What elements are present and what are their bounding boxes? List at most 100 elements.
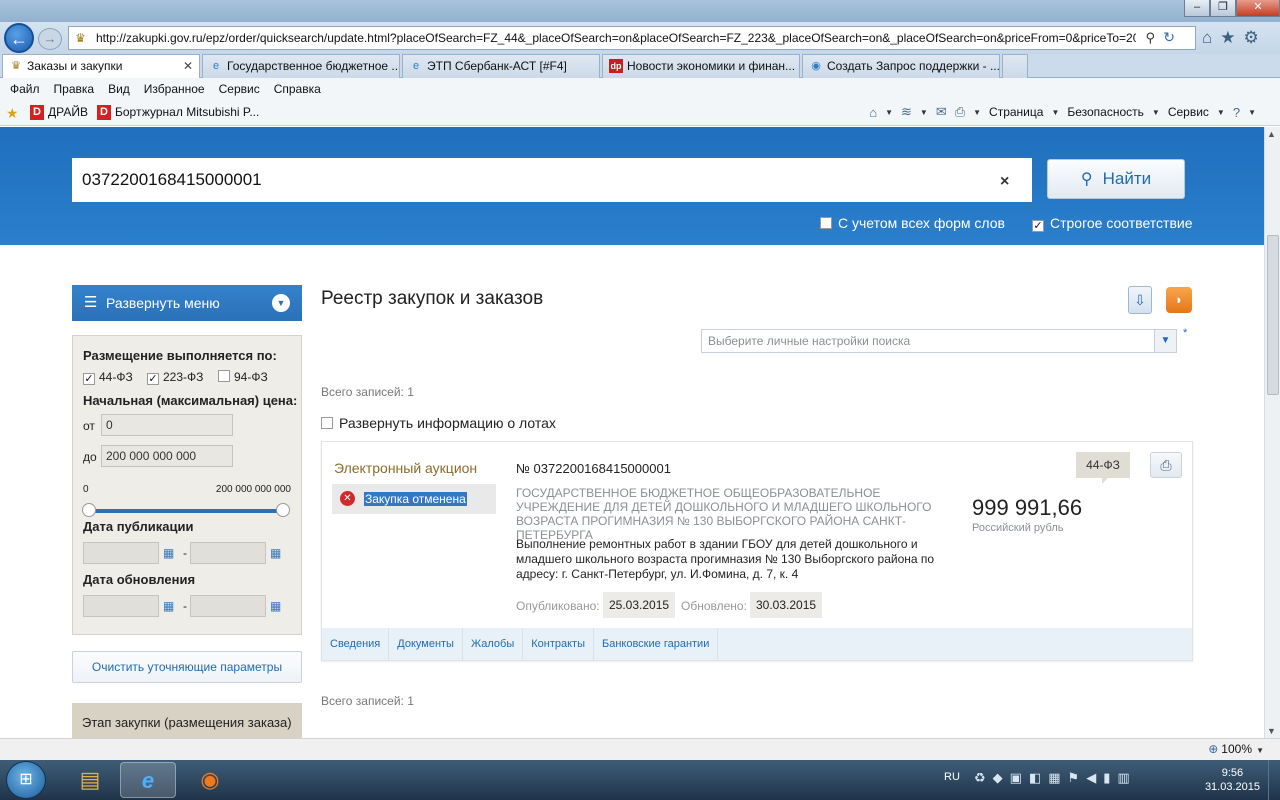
clear-search-icon[interactable]: × <box>1000 173 1009 191</box>
scroll-up-icon[interactable]: ▲ <box>1267 129 1276 139</box>
help-icon[interactable]: ? <box>1233 105 1240 120</box>
procurement-stage-header[interactable]: Этап закупки (размещения заказа) <box>72 703 302 738</box>
menu-help[interactable]: Справка <box>274 78 321 100</box>
search-input[interactable]: 0372200168415000001 <box>72 158 1032 202</box>
law-94-option[interactable]: 94-ФЗ <box>218 370 268 384</box>
tab-sberbank-ast[interactable]: e ЭТП Сбербанк-АСТ [#F4] <box>402 54 600 78</box>
gear-icon[interactable]: ⚙ <box>1244 28 1259 48</box>
maximize-button[interactable]: ❐ <box>1210 0 1236 17</box>
chevron-down-icon[interactable]: ▼ <box>1051 108 1059 117</box>
menu-edit[interactable]: Правка <box>54 78 95 100</box>
expand-lots-option[interactable]: Развернуть информацию о лотах <box>321 415 556 431</box>
expand-lots-checkbox[interactable] <box>321 417 333 429</box>
tab-news[interactable]: dp Новости экономики и финан... <box>602 54 800 78</box>
command-page[interactable]: Страница <box>989 105 1043 119</box>
law-223-option[interactable]: ✓ 223-ФЗ <box>147 370 203 385</box>
search-button[interactable]: ⚲ Найти <box>1047 159 1185 199</box>
tab-bank-guarantees[interactable]: Банковские гарантии <box>594 628 719 660</box>
print-icon[interactable]: ⎙ <box>955 104 965 120</box>
page-scrollbar[interactable]: ▲ ▼ <box>1264 127 1280 738</box>
download-icon[interactable]: ⇩ <box>1128 286 1152 314</box>
back-button[interactable]: ← <box>4 23 34 53</box>
menu-file[interactable]: Файл <box>10 78 40 100</box>
chevron-down-icon[interactable]: ▼ <box>1152 108 1160 117</box>
search-settings-select[interactable]: Выберите личные настройки поиска ▼ <box>701 329 1177 353</box>
favorite-logbook[interactable]: D Бортжурнал Mitsubishi P... <box>97 105 259 120</box>
chevron-down-icon[interactable]: ▼ <box>973 108 981 117</box>
law-44-checkbox[interactable]: ✓ <box>83 373 95 385</box>
law-223-checkbox[interactable]: ✓ <box>147 373 159 385</box>
strict-match-checkbox[interactable]: ✓ <box>1032 220 1044 232</box>
calendar-icon[interactable]: ▦ <box>270 546 286 560</box>
show-desktop-button[interactable] <box>1268 760 1280 800</box>
chevron-down-icon[interactable]: ▼ <box>1256 746 1264 755</box>
price-from-input[interactable]: 0 <box>101 414 233 436</box>
customer-link[interactable]: ГОСУДАРСТВЕННОЕ БЮДЖЕТНОЕ ОБЩЕОБРАЗОВАТЕ… <box>516 486 964 542</box>
calendar-icon[interactable]: ▦ <box>270 599 286 613</box>
favorites-star-icon[interactable]: ★ <box>6 105 19 122</box>
price-to-input[interactable]: 200 000 000 000 <box>101 445 233 467</box>
tray-nvidia-icon[interactable]: ◆ <box>993 770 1003 786</box>
calendar-icon[interactable]: ▦ <box>163 599 179 613</box>
print-icon[interactable]: ⎙ <box>1150 452 1182 478</box>
favorite-drive[interactable]: D ДРАЙВ <box>30 105 88 120</box>
tray-flag-icon[interactable]: ⚑ <box>1068 770 1080 786</box>
menu-favorites[interactable]: Избранное <box>144 78 205 100</box>
start-button[interactable]: ⊞ <box>6 761 46 799</box>
home-icon[interactable]: ⌂ <box>1202 28 1212 48</box>
tray-app-icon[interactable]: ▦ <box>1048 770 1060 786</box>
chevron-down-icon[interactable]: ▼ <box>920 108 928 117</box>
home-icon[interactable]: ⌂ <box>869 105 877 120</box>
chevron-down-icon[interactable]: ▼ <box>1248 108 1256 117</box>
tab-gbou[interactable]: e Государственное бюджетное ... <box>202 54 400 78</box>
tray-app-icon[interactable]: ♻ <box>974 770 986 786</box>
order-number-link[interactable]: № 0372200168415000001 <box>516 461 671 476</box>
close-tab-icon[interactable]: ✕ <box>183 59 193 73</box>
chevron-down-icon[interactable]: ▼ <box>1154 330 1176 352</box>
all-word-forms-checkbox[interactable] <box>820 217 832 229</box>
mail-icon[interactable]: ✉ <box>936 104 947 120</box>
publication-date-from-input[interactable] <box>83 542 159 564</box>
clear-filters-button[interactable]: Очистить уточняющие параметры <box>72 651 302 683</box>
tray-app-icon[interactable]: ◧ <box>1029 770 1041 786</box>
price-slider-min-handle[interactable] <box>82 503 96 517</box>
favorites-star-icon[interactable]: ★ <box>1220 28 1235 48</box>
expand-menu-button[interactable]: ☰ Развернуть меню ▼ <box>72 285 302 321</box>
chevron-down-icon[interactable]: ▼ <box>1217 108 1225 117</box>
tray-app-icon[interactable]: ▥ <box>1117 770 1129 786</box>
rss-icon[interactable]: ◗ <box>1166 287 1192 313</box>
calendar-icon[interactable]: ▦ <box>163 546 179 560</box>
tab-details[interactable]: Сведения <box>322 628 390 660</box>
scroll-thumb[interactable] <box>1267 235 1279 395</box>
tab-documents[interactable]: Документы <box>389 628 463 660</box>
price-slider-max-handle[interactable] <box>276 503 290 517</box>
firefox-taskbar-button[interactable]: ◉ <box>182 762 238 798</box>
menu-view[interactable]: Вид <box>108 78 130 100</box>
tab-zakupki[interactable]: ♛ Заказы и закупки ✕ <box>2 54 200 78</box>
zoom-control[interactable]: ⊕ 100% <box>1208 742 1252 756</box>
update-date-from-input[interactable] <box>83 595 159 617</box>
language-indicator[interactable]: RU <box>944 771 960 783</box>
close-window-button[interactable]: ✕ <box>1236 0 1280 17</box>
strict-match-option[interactable]: ✓ Строгое соответствие <box>1032 215 1193 232</box>
update-date-to-input[interactable] <box>190 595 266 617</box>
tab-contracts[interactable]: Контракты <box>523 628 594 660</box>
price-slider-track[interactable] <box>87 509 283 513</box>
system-clock[interactable]: 9:56 31.03.2015 <box>1205 766 1260 794</box>
forward-button[interactable]: → <box>38 28 62 50</box>
tab-support[interactable]: ◉ Создать Запрос поддержки - ... <box>802 54 1000 78</box>
search-icon[interactable]: ⚲ <box>1145 30 1155 46</box>
tray-app-icon[interactable]: ▣ <box>1010 770 1022 786</box>
address-bar[interactable]: ♛ http://zakupki.gov.ru/epz/order/quicks… <box>68 26 1196 50</box>
tab-complaints[interactable]: Жалобы <box>463 628 524 660</box>
tray-volume-icon[interactable]: ◀ <box>1086 770 1096 786</box>
command-security[interactable]: Безопасность <box>1067 105 1144 119</box>
tray-network-icon[interactable]: ▮ <box>1103 770 1110 786</box>
menu-tools[interactable]: Сервис <box>219 78 260 100</box>
new-tab-button[interactable] <box>1002 54 1028 78</box>
publication-date-to-input[interactable] <box>190 542 266 564</box>
chevron-down-icon[interactable]: ▼ <box>885 108 893 117</box>
minimize-button[interactable]: – <box>1184 0 1210 17</box>
law-44-option[interactable]: ✓ 44-ФЗ <box>83 370 133 385</box>
rss-feed-icon[interactable]: ≋ <box>901 104 912 120</box>
